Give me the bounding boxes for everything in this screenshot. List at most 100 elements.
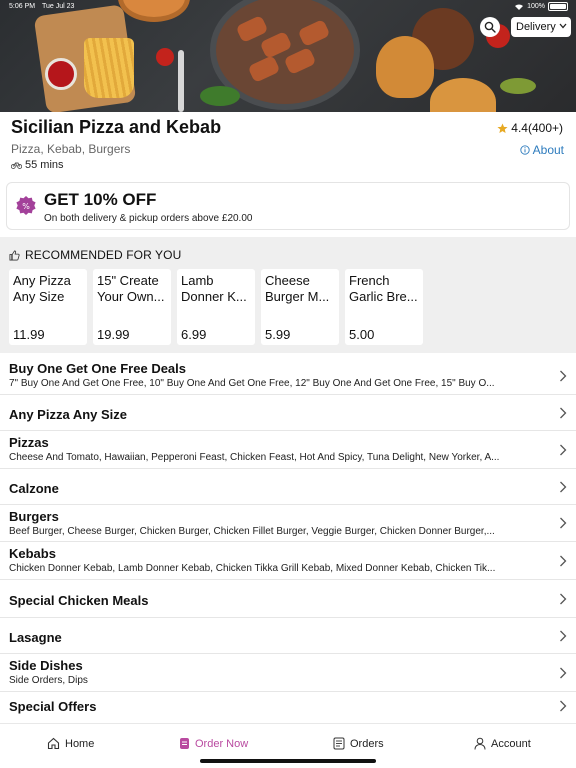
recommended-card[interactable]: Lamb Donner K... 6.99 (177, 269, 255, 345)
chevron-right-icon (560, 407, 567, 418)
chevron-right-icon (560, 517, 567, 529)
category-row[interactable]: Special Chicken Meals (0, 580, 576, 618)
receipt-icon (333, 737, 345, 750)
card-name-line2: Donner K... (181, 289, 247, 304)
category-title: Calzone (9, 481, 59, 496)
card-price: 5.00 (349, 327, 375, 342)
category-title: Burgers (9, 509, 59, 524)
recommended-card[interactable]: Any Pizza Any Size 11.99 (9, 269, 87, 345)
category-row[interactable]: Side Dishes Side Orders, Dips (0, 654, 576, 692)
card-name-line1: 15" Create (97, 273, 159, 288)
thumbs-up-icon (9, 250, 20, 260)
category-row[interactable]: Burgers Beef Burger, Cheese Burger, Chic… (0, 505, 576, 542)
category-title: Lasagne (9, 630, 62, 645)
search-button[interactable] (480, 17, 500, 37)
svg-text:%: % (22, 202, 30, 211)
eta-value: 55 mins (25, 159, 64, 171)
status-time: 5:06 PM (9, 3, 36, 10)
chevron-right-icon (560, 667, 567, 678)
category-subtitle: Beef Burger, Cheese Burger, Chicken Burg… (9, 526, 495, 537)
chevron-right-icon (560, 444, 567, 455)
star-icon (497, 123, 508, 133)
category-row[interactable]: Lasagne (0, 618, 576, 654)
category-title: Side Dishes (9, 658, 83, 673)
card-price: 6.99 (181, 327, 207, 342)
battery-percent: 100% (527, 3, 545, 10)
card-name-line1: French (349, 273, 390, 288)
restaurant-cuisines: Pizza, Kebab, Burgers (11, 142, 131, 156)
category-subtitle: Side Orders, Dips (9, 675, 88, 686)
chevron-right-icon (560, 700, 567, 712)
category-subtitle: Cheese And Tomato, Hawaiian, Pepperoni F… (9, 452, 500, 463)
category-title: Kebabs (9, 546, 56, 561)
card-price: 19.99 (97, 327, 130, 342)
battery-indicator: 100% (514, 2, 568, 11)
category-row[interactable]: Any Pizza Any Size (0, 395, 576, 431)
offer-title: GET 10% OFF (44, 190, 157, 209)
category-title: Special Chicken Meals (9, 593, 149, 608)
bottom-nav: Home Order Now Orders Account (0, 723, 576, 768)
delivery-eta: 55 mins (11, 159, 64, 171)
card-price: 5.99 (265, 327, 291, 342)
person-icon (474, 737, 486, 750)
chevron-right-icon (560, 593, 567, 604)
nav-home[interactable]: Home (47, 737, 94, 750)
chevron-right-icon (560, 370, 567, 381)
info-icon (519, 145, 530, 155)
about-link[interactable]: About (519, 143, 564, 157)
recommended-heading: RECOMMENDED FOR YOU (9, 248, 181, 262)
home-icon (47, 737, 60, 750)
category-title: Any Pizza Any Size (9, 407, 127, 422)
search-icon (484, 21, 496, 33)
card-name-line1: Lamb (181, 273, 214, 288)
rating-value: 4.4(400+) (511, 121, 563, 135)
offer-subtitle: On both delivery & pickup orders above £… (44, 213, 253, 224)
category-row[interactable]: Special Offers (0, 692, 576, 720)
nav-orders[interactable]: Orders (333, 737, 384, 750)
card-name-line2: Your Own... (97, 289, 165, 304)
category-title: Buy One Get One Free Deals (9, 361, 187, 376)
recommended-card[interactable]: French Garlic Bre... 5.00 (345, 269, 423, 345)
card-name-line1: Any Pizza (13, 273, 71, 288)
battery-icon (548, 2, 568, 11)
nav-label: Order Now (195, 737, 249, 750)
status-date: Tue Jul 23 (42, 3, 75, 10)
chevron-down-icon (559, 23, 567, 29)
recommended-list: Any Pizza Any Size 11.99 15" Create Your… (9, 269, 423, 345)
nav-label: Home (65, 737, 95, 750)
nav-order-now[interactable]: Order Now (179, 737, 248, 750)
category-row[interactable]: Buy One Get One Free Deals 7" Buy One An… (0, 357, 576, 395)
category-subtitle: Chicken Donner Kebab, Lamb Donner Kebab,… (9, 563, 496, 574)
restaurant-rating: 4.4(400+) (497, 121, 563, 135)
card-name-line2: Garlic Bre... (349, 289, 418, 304)
card-name-line2: Any Size (13, 289, 65, 304)
about-label: About (532, 143, 564, 157)
chevron-right-icon (560, 630, 567, 641)
recommended-card[interactable]: 15" Create Your Own... 19.99 (93, 269, 171, 345)
wifi-icon (515, 3, 524, 10)
recommended-card[interactable]: Cheese Burger M... 5.99 (261, 269, 339, 345)
restaurant-name: Sicilian Pizza and Kebab (11, 117, 222, 137)
category-row[interactable]: Kebabs Chicken Donner Kebab, Lamb Donner… (0, 542, 576, 580)
category-row[interactable]: Pizzas Cheese And Tomato, Hawaiian, Pepp… (0, 431, 576, 469)
nav-label: Account (491, 737, 531, 750)
card-name-line1: Cheese (265, 273, 310, 288)
home-indicator[interactable] (200, 759, 376, 763)
service-mode-value: Delivery (516, 21, 556, 33)
bike-icon (11, 162, 22, 169)
service-mode-select[interactable]: Delivery (511, 17, 571, 37)
category-subtitle: 7" Buy One And Get One Free, 10" Buy One… (9, 378, 495, 389)
card-price: 11.99 (13, 327, 45, 342)
recommended-section: RECOMMENDED FOR YOU Any Pizza Any Size 1… (0, 237, 576, 353)
discount-badge-icon: % (16, 196, 36, 215)
offer-banner[interactable]: % GET 10% OFF On both delivery & pickup … (6, 182, 570, 230)
category-title: Special Offers (9, 699, 97, 714)
chevron-right-icon (560, 481, 567, 492)
nav-account[interactable]: Account (474, 737, 531, 750)
nav-label: Orders (350, 737, 384, 750)
category-row[interactable]: Calzone (0, 469, 576, 505)
chevron-right-icon (560, 555, 567, 566)
card-name-line2: Burger M... (265, 289, 330, 304)
menu-category-list: Buy One Get One Free Deals 7" Buy One An… (0, 357, 576, 720)
category-title: Pizzas (9, 435, 49, 450)
